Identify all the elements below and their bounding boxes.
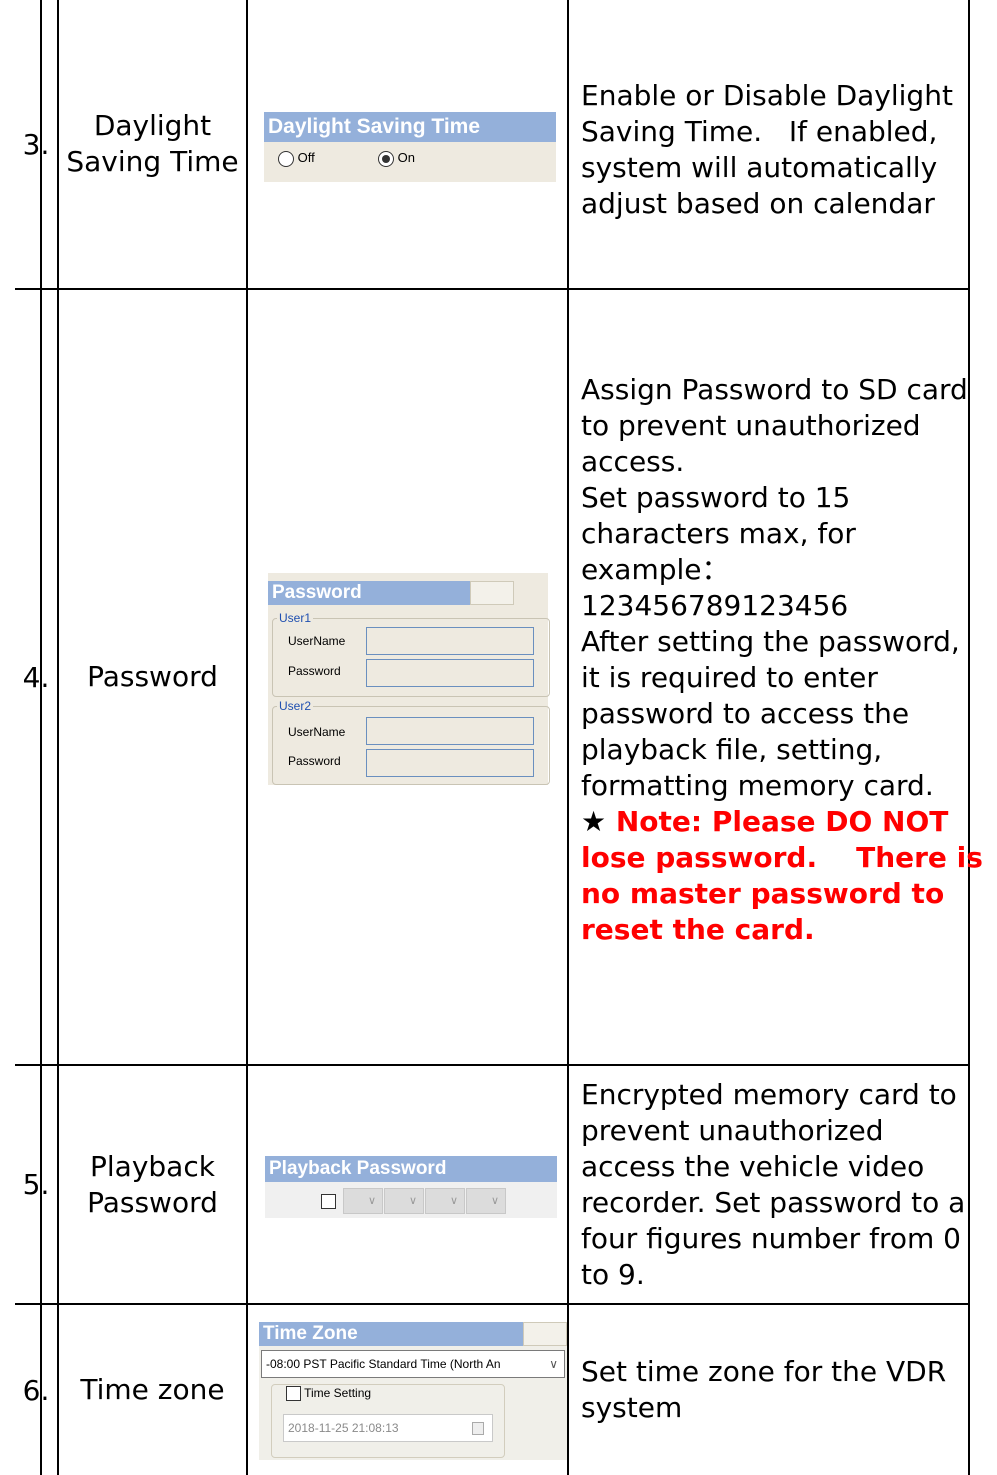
time-zone-widget: Time Zone -08:00 PST Pacific Standard Ti… (259, 1322, 567, 1460)
desc-line: Set time zone for the VDR (581, 1355, 947, 1388)
username-label: UserName (288, 634, 346, 648)
digit-1-dropdown[interactable]: ∨ (343, 1188, 383, 1214)
digit-4-dropdown[interactable]: ∨ (466, 1188, 506, 1214)
row-number: 6. (22, 1373, 50, 1407)
desc-line: system (581, 1391, 683, 1424)
password-widget: Password User1 UserName Password User2 U… (268, 573, 550, 785)
function-line: Saving Time (66, 145, 239, 178)
calendar-icon[interactable] (472, 1422, 484, 1435)
desc-line: example： (581, 553, 730, 586)
feature-table: 3. Daylight Saving Time Daylight Saving T… (15, 0, 993, 1475)
function-name: Daylight Saving Time (59, 0, 246, 288)
column-divider (246, 0, 248, 1475)
datetime-value: 2018-11-25 21:08:13 (288, 1421, 399, 1435)
desc-line: Set password to 15 (581, 481, 851, 514)
function-name: Playback Password (59, 1066, 246, 1303)
user2-legend: User2 (279, 699, 312, 713)
on-label: On (397, 150, 415, 165)
desc-line: After setting the password, (581, 625, 960, 658)
widget-tab (523, 1322, 567, 1346)
user1-password-input[interactable] (366, 659, 534, 687)
enable-checkbox[interactable] (321, 1194, 336, 1209)
time-setting-label: Time Setting (304, 1386, 372, 1400)
widget-tab (470, 581, 514, 605)
widget-title: Password (268, 581, 470, 605)
desc-line: Encrypted memory card to (581, 1077, 957, 1111)
desc-line: characters max, for (581, 517, 856, 550)
desc-line: to prevent unauthorized (581, 409, 921, 442)
desc-line: Assign Password to SD card (581, 373, 968, 406)
description: Assign Password to SD card to prevent un… (569, 372, 983, 1032)
warning-line: reset the card. (581, 913, 815, 946)
function-line: Daylight (93, 109, 212, 142)
description: Encrypted memory card to prevent unautho… (569, 1066, 968, 1303)
desc-line: 123456789123456 (581, 589, 849, 622)
on-radio[interactable] (377, 150, 394, 167)
username-label: UserName (288, 725, 346, 739)
function-line: Password (87, 1185, 218, 1219)
user1-username-input[interactable] (366, 627, 534, 655)
function-name: Time zone (80, 1373, 225, 1406)
time-setting-checkbox[interactable] (286, 1386, 301, 1402)
desc-line: recorder. Set password to a (581, 1185, 966, 1219)
desc-line: prevent unauthorized (581, 1113, 884, 1147)
desc-line: playback file, setting, (581, 733, 883, 766)
time-zone-value: -08:00 PST Pacific Standard Time (North … (266, 1357, 501, 1371)
desc-line: system will automatically (581, 151, 938, 184)
user2-username-input[interactable] (366, 717, 534, 745)
warning-note: ★ Note: Please DO NOT (581, 804, 983, 840)
off-label: Off (297, 150, 315, 165)
widget-title: Playback Password (265, 1156, 557, 1182)
widget-title: Daylight Saving Time (264, 112, 556, 142)
description: Set time zone for the VDR system (569, 1305, 968, 1475)
row-number: 4. (22, 660, 50, 694)
desc-line: it is required to enter (581, 661, 878, 694)
star-icon: ★ (581, 805, 607, 838)
desc-line: password to access the (581, 697, 910, 730)
desc-line: access. (581, 445, 685, 478)
desc-line: formatting memory card. (581, 769, 934, 802)
desc-line: to 9. (581, 1257, 645, 1291)
warning-line: no master password to (581, 877, 945, 910)
desc-line: Saving Time. If enabled, (581, 115, 938, 148)
user1-legend: User1 (279, 611, 312, 625)
row-number: 3. (22, 127, 50, 161)
desc-line: access the vehicle video (581, 1149, 925, 1183)
row-number: 5. (22, 1168, 50, 1201)
widget-title: Time Zone (259, 1322, 523, 1346)
description: Enable or Disable Daylight Saving Time. … (569, 78, 968, 228)
desc-line: adjust based on calendar (581, 187, 935, 220)
desc-line: four figures number from 0 (581, 1221, 961, 1255)
playback-password-widget: Playback Password ∨ ∨ ∨ ∨ (265, 1156, 557, 1218)
datetime-input[interactable]: 2018-11-25 21:08:13 (283, 1414, 493, 1442)
function-name: Password (87, 660, 218, 693)
password-label: Password (288, 664, 341, 678)
dst-widget: Daylight Saving Time Off On (264, 112, 556, 182)
desc-line: Enable or Disable Daylight (581, 79, 953, 112)
password-label: Password (288, 754, 341, 768)
chevron-down-icon: ∨ (549, 1357, 558, 1371)
warning-line: lose password. There is (581, 841, 983, 874)
digit-3-dropdown[interactable]: ∨ (425, 1188, 465, 1214)
user2-password-input[interactable] (366, 749, 534, 777)
time-zone-select[interactable]: -08:00 PST Pacific Standard Time (North … (261, 1350, 565, 1378)
off-radio[interactable] (278, 150, 294, 167)
digit-2-dropdown[interactable]: ∨ (384, 1188, 424, 1214)
warning-line: Note: Please DO NOT (606, 805, 949, 838)
function-line: Playback (90, 1149, 215, 1183)
time-setting-option: Time Setting (283, 1386, 375, 1402)
